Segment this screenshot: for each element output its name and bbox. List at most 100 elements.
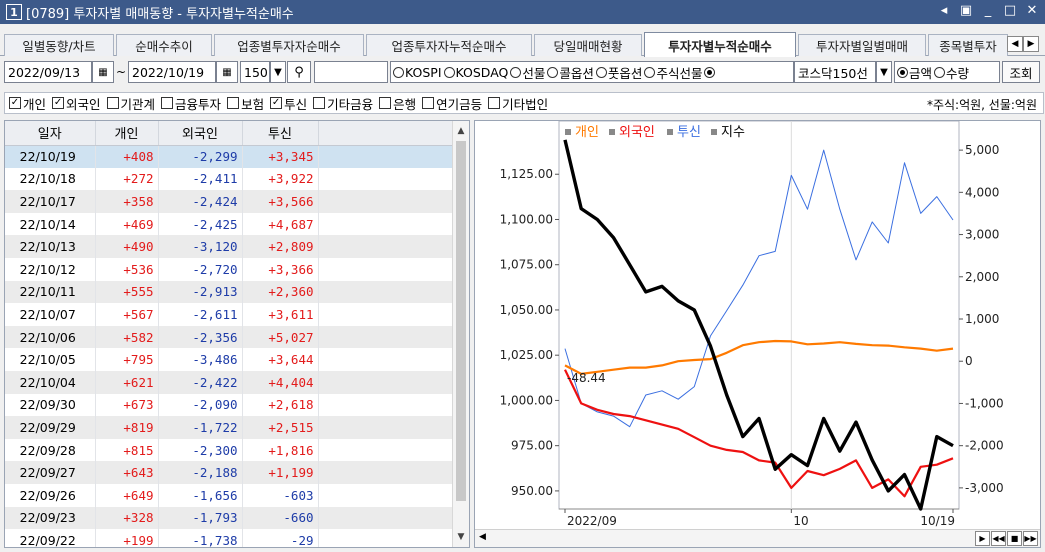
table-row[interactable]: 22/09/22 +199 -1,738 -29 — [5, 529, 454, 547]
radio-stock-futures[interactable]: 주식선물 — [644, 63, 702, 82]
tab-right-arrow-icon[interactable]: ▶ — [1023, 36, 1039, 52]
checkbox-investment-trust[interactable]: ✓ 투신 — [270, 94, 307, 113]
radio-kosdaq[interactable]: KOSDAQ — [443, 65, 508, 80]
radio-selected-market[interactable] — [704, 66, 716, 78]
scroll-up-icon[interactable]: ▲ — [453, 123, 469, 139]
tab-net-trend[interactable]: 순매수추이 — [116, 34, 212, 56]
cell-empty — [318, 280, 454, 304]
cell-date: 22/09/29 — [5, 416, 96, 439]
y-right-tick-label: 0 — [965, 354, 973, 368]
end-date-input[interactable]: 2022/10/19 — [128, 61, 216, 83]
count-input[interactable]: 150 — [240, 61, 270, 83]
cell-individual: +621 — [95, 370, 159, 394]
tab-daily-chart[interactable]: 일별동향/차트 — [4, 34, 114, 56]
cell-empty — [318, 461, 454, 484]
table-row[interactable]: 22/10/17 +358 -2,424 +3,566 — [5, 190, 454, 213]
table-row[interactable]: 22/09/29 +819 -1,722 +2,515 — [5, 416, 454, 439]
tab-stock-investor[interactable]: 종목별투자 — [928, 34, 1008, 56]
column-header-trust[interactable]: 투신 — [242, 121, 319, 146]
market-radio-group: KOSPI KOSDAQ 선물 콜옵션 풋옵션 주식선물 — [390, 61, 794, 83]
calendar-icon[interactable]: ▦ — [92, 61, 114, 83]
table-row[interactable]: 22/10/18 +272 -2,411 +3,922 — [5, 167, 454, 191]
scroll-down-icon[interactable]: ▼ — [453, 529, 469, 545]
maximize-icon[interactable]: □ — [1003, 3, 1017, 18]
tab-sector-cumulative[interactable]: 업종투자자누적순매수 — [366, 34, 532, 56]
scroll-left-icon[interactable]: ◀ — [479, 532, 486, 542]
horizontal-scrollbar[interactable]: ◀ ▶ ◀◀ ■ ▶▶ — [475, 529, 1040, 547]
query-button[interactable]: 조회 — [1002, 61, 1040, 83]
search-icon[interactable]: ⚲ — [287, 61, 311, 83]
checkbox-insurance[interactable]: 보험 — [227, 94, 264, 113]
checkbox-individual[interactable]: ✓ 개인 — [9, 94, 46, 113]
radio-put-option[interactable]: 풋옵션 — [595, 63, 642, 82]
monitor-icon[interactable]: ▣ — [959, 3, 973, 18]
checkbox-other-finance[interactable]: 기타금융 — [313, 94, 373, 113]
column-header-date[interactable]: 일자 — [5, 121, 96, 146]
table-row[interactable]: 22/10/11 +555 -2,913 +2,360 — [5, 280, 454, 304]
minimize-icon[interactable]: _ — [981, 3, 995, 18]
table-row[interactable]: 22/09/23 +328 -1,793 -660 — [5, 506, 454, 530]
table-row[interactable]: 22/10/12 +536 -2,720 +3,366 — [5, 257, 454, 281]
y-right-tick-label: -2,000 — [965, 439, 1004, 453]
column-header-foreign[interactable]: 외국인 — [158, 121, 243, 146]
scroll-thumb[interactable] — [456, 141, 466, 501]
cell-date: 22/10/12 — [5, 257, 96, 281]
rewind-icon[interactable]: ◀◀ — [991, 531, 1006, 546]
vertical-scrollbar[interactable]: ▲ ▼ — [452, 121, 469, 547]
checkbox-financial-invest[interactable]: 금융투자 — [161, 94, 221, 113]
cell-date: 22/10/05 — [5, 348, 96, 371]
table-row[interactable]: 22/09/30 +673 -2,090 +2,618 — [5, 393, 454, 417]
radio-amount[interactable]: 금액 — [897, 63, 932, 82]
table-row[interactable]: 22/10/14 +469 -2,425 +4,687 — [5, 212, 454, 236]
fast-forward-icon[interactable]: ▶▶ — [1023, 531, 1038, 546]
table-row[interactable]: 22/10/04 +621 -2,422 +4,404 — [5, 370, 454, 394]
cell-date: 22/10/07 — [5, 303, 96, 326]
checkbox-pension[interactable]: 연기금등 — [422, 94, 482, 113]
stop-icon[interactable]: ■ — [1007, 531, 1022, 546]
checkbox-bank[interactable]: 은행 — [379, 94, 416, 113]
radio-kospi[interactable]: KOSPI — [393, 65, 442, 80]
table-row[interactable]: 22/10/13 +490 -3,120 +2,809 — [5, 235, 454, 258]
cell-individual: +582 — [95, 325, 159, 349]
table-row[interactable]: 22/10/19 +408 -2,299 +3,345 — [5, 145, 454, 168]
collapse-icon[interactable]: ◂ — [937, 3, 951, 18]
cell-empty — [318, 416, 454, 439]
checkbox-foreign[interactable]: ✓ 외국인 — [52, 94, 101, 113]
tab-investor-daily[interactable]: 투자자별일별매매 — [798, 34, 926, 56]
next-icon[interactable]: ▶ — [975, 531, 990, 546]
checkbox-institution[interactable]: 기관계 — [106, 94, 155, 113]
table-row[interactable]: 22/10/05 +795 -3,486 +3,644 — [5, 348, 454, 371]
close-icon[interactable]: ✕ — [1025, 3, 1039, 18]
cell-empty — [318, 145, 454, 168]
chevron-down-icon[interactable]: ▼ — [876, 61, 892, 83]
tab-today-trades[interactable]: 당일매매현황 — [534, 34, 642, 56]
cell-trust: +4,687 — [242, 212, 319, 236]
tab-scroll: ◀ ▶ — [1007, 36, 1039, 52]
table-row[interactable]: 22/10/06 +582 -2,356 +5,027 — [5, 325, 454, 349]
cell-trust: +3,611 — [242, 303, 319, 326]
cell-foreign: -2,188 — [158, 461, 243, 484]
column-header-individual[interactable]: 개인 — [95, 121, 159, 146]
tab-sector-net[interactable]: 업종별투자자순매수 — [214, 34, 364, 56]
cell-trust: +3,566 — [242, 190, 319, 213]
cell-foreign: -2,422 — [158, 370, 243, 394]
table-row[interactable]: 22/09/27 +643 -2,188 +1,199 — [5, 461, 454, 484]
checkbox-other-corp[interactable]: 기타법인 — [488, 94, 548, 113]
start-date-input[interactable]: 2022/09/13 — [4, 61, 92, 83]
cell-empty — [318, 393, 454, 417]
table-row[interactable]: 22/10/07 +567 -2,611 +3,611 — [5, 303, 454, 326]
table-row[interactable]: 22/09/26 +649 -1,656 -603 — [5, 483, 454, 507]
table-row[interactable]: 22/09/28 +815 -2,300 +1,816 — [5, 438, 454, 462]
cell-individual: +490 — [95, 235, 159, 258]
radio-futures[interactable]: 선물 — [510, 63, 545, 82]
cell-trust: +2,515 — [242, 416, 319, 439]
market-select[interactable]: 코스닥150선 — [794, 61, 876, 83]
code-input[interactable] — [314, 61, 388, 83]
cell-individual: +272 — [95, 167, 159, 191]
tab-investor-cumulative[interactable]: 투자자별누적순매수 — [644, 32, 796, 57]
calendar-icon[interactable]: ▦ — [216, 61, 238, 83]
chevron-down-icon[interactable]: ▼ — [270, 61, 286, 83]
tab-left-arrow-icon[interactable]: ◀ — [1007, 36, 1023, 52]
radio-quantity[interactable]: 수량 — [934, 63, 969, 82]
radio-call-option[interactable]: 콜옵션 — [547, 63, 594, 82]
